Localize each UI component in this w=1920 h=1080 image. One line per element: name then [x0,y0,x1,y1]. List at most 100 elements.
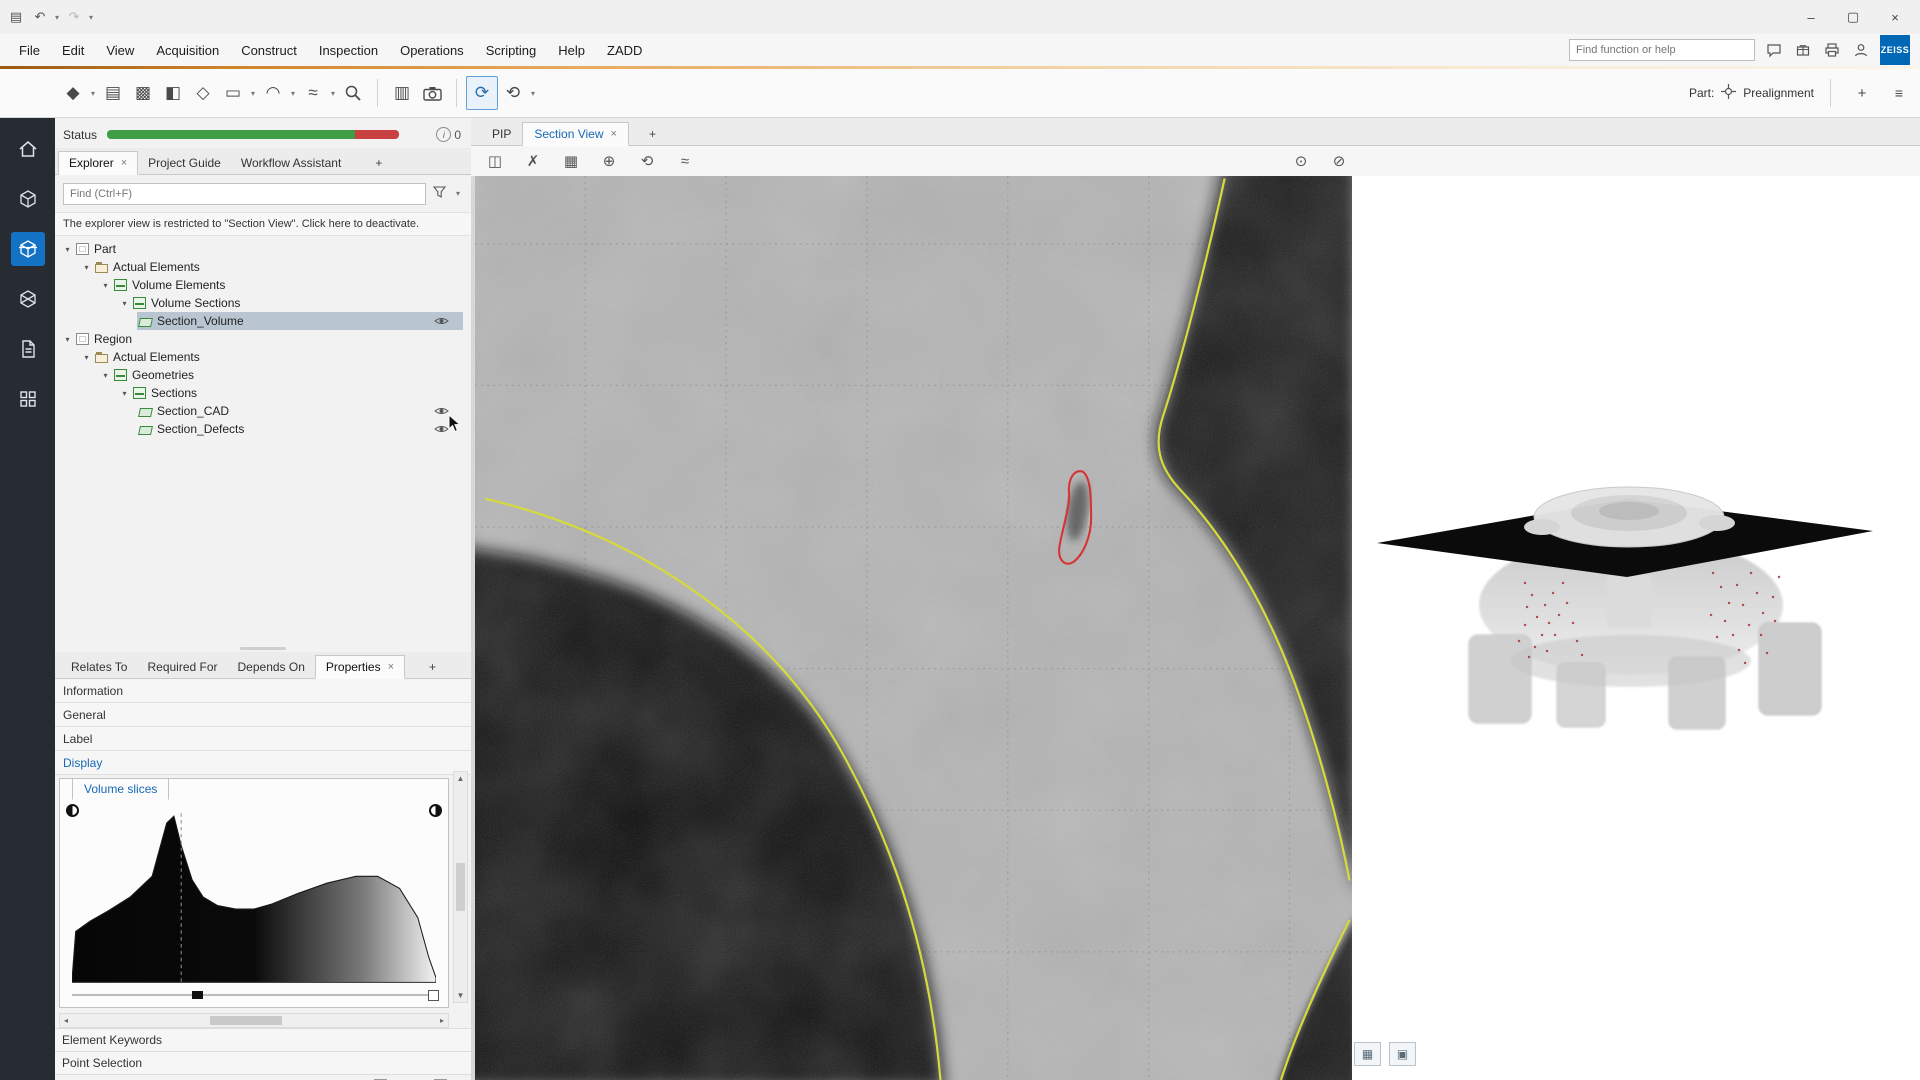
function-search-input[interactable] [1569,39,1755,61]
menu-help[interactable]: Help [547,34,596,66]
properties-scrollbar[interactable]: ▲ ▼ [453,771,468,1003]
tree-item-actual-elements[interactable]: ▾ Actual Elements [55,258,471,276]
section-workspace-icon[interactable] [11,232,45,266]
filter-icon[interactable] [433,186,446,201]
menu-edit[interactable]: Edit [51,34,95,66]
tab-project-guide[interactable]: Project Guide [138,152,231,174]
probe-flash-dropdown-icon[interactable]: ▾ [328,89,338,98]
section-curve-dropdown-icon[interactable]: ▾ [288,89,298,98]
ct-section-view[interactable] [475,176,1352,1080]
row-point-selection[interactable]: Point Selection [55,1051,471,1074]
account-icon[interactable] [1851,40,1871,60]
section-general[interactable]: General [55,703,471,727]
tab-explorer[interactable]: Explorer × [58,151,138,175]
part-3d-render[interactable] [1377,465,1873,755]
menu-acquisition[interactable]: Acquisition [145,34,230,66]
mesh-workspace-icon[interactable] [11,282,45,316]
visibility-eye-icon[interactable] [434,424,449,434]
scroll-down-icon[interactable]: ▼ [457,991,465,1000]
expander-icon[interactable]: ▾ [61,335,74,344]
expander-icon[interactable]: ▾ [99,281,112,290]
tab-pip[interactable]: PIP [481,123,522,145]
tree-item-section-cad[interactable]: Section_CAD [55,402,471,420]
section-display[interactable]: Display [55,751,471,775]
report-table-icon[interactable]: ▥ [387,77,417,109]
section-rotate-icon[interactable]: ⟲ [637,152,657,170]
tree-item-region[interactable]: ▾ Region [55,330,471,348]
recalculate-icon[interactable]: ⟳ [466,76,498,110]
add-properties-tab-button[interactable]: + [421,656,444,678]
resources-icon[interactable] [1793,40,1813,60]
slider-end-handle[interactable] [428,990,439,1001]
tree-item-volume-elements[interactable]: ▾ Volume Elements [55,276,471,294]
menu-file[interactable]: File [8,34,51,66]
section-curve-icon[interactable]: ◠ [258,77,288,109]
scrollbar-thumb[interactable] [456,863,465,911]
undo-dropdown-icon[interactable]: ▾ [52,13,62,22]
section-information[interactable]: Information [55,679,471,703]
expander-icon[interactable]: ▾ [99,371,112,380]
reset-states-dropdown-icon[interactable]: ▾ [528,89,538,98]
menu-inspection[interactable]: Inspection [308,34,389,66]
add-part-button[interactable]: + [1847,77,1877,109]
tree-item-actual-elements-2[interactable]: ▾ Actual Elements [55,348,471,366]
part-value[interactable]: Prealignment [1743,86,1814,100]
section-clear-icon[interactable]: ✗ [523,152,543,170]
scroll-up-icon[interactable]: ▲ [457,774,465,783]
visibility-eye-icon[interactable] [434,316,449,326]
menu-construct[interactable]: Construct [230,34,308,66]
tree-item-sections[interactable]: ▾ Sections [55,384,471,402]
tree-item-section-defects[interactable]: Section_Defects [55,420,471,438]
section-grid-icon[interactable]: ▦ [561,152,581,170]
histogram-range-slider[interactable] [72,989,436,1001]
expander-icon[interactable]: ▾ [80,263,93,272]
camera-snapshot-icon[interactable] [417,77,447,109]
redo-icon[interactable]: ↷ [62,6,86,28]
reset-states-icon[interactable]: ⟲ [498,77,528,109]
expander-icon[interactable]: ▾ [118,299,131,308]
apps-grid-icon[interactable] [11,382,45,416]
fit-content-icon[interactable]: ▣ [1389,1042,1416,1066]
redo-dropdown-icon[interactable]: ▾ [86,13,96,22]
gray-value-histogram[interactable] [72,811,436,983]
tree-find-input[interactable] [63,183,426,205]
cad-half-icon[interactable]: ◧ [158,77,188,109]
tree-item-volume-sections[interactable]: ▾ Volume Sections [55,294,471,312]
tab-close-icon[interactable]: × [121,157,127,169]
section-label[interactable]: Label [55,727,471,751]
defect-mask-icon[interactable]: ▩ [128,77,158,109]
tab-section-view[interactable]: Section View × [522,122,629,146]
volume-3d-view[interactable]: ▦ ▣ ✓ ✗ ⧉ [1352,176,1920,1080]
histogram-left-handle[interactable] [66,804,79,817]
restriction-notice[interactable]: The explorer view is restricted to "Sect… [55,212,471,236]
scrollbar-thumb[interactable] [210,1016,282,1025]
zoom-search-icon[interactable] [338,77,368,109]
tab-relates-to[interactable]: Relates To [61,656,137,678]
expander-icon[interactable]: ▾ [118,389,131,398]
tab-properties[interactable]: Properties × [315,655,405,679]
view-sphere-icon[interactable]: ⊙ [1291,152,1311,170]
volume-workspace-icon[interactable] [11,182,45,216]
add-tab-button[interactable]: + [367,152,390,174]
tab-workflow-assistant[interactable]: Workflow Assistant [231,152,351,174]
menu-zadd[interactable]: ZADD [596,34,653,66]
expander-icon[interactable]: ▾ [61,245,74,254]
tree-item-section-volume[interactable]: Section_Volume [55,312,471,330]
filter-dropdown-icon[interactable]: ▾ [453,189,463,198]
expander-icon[interactable]: ▾ [80,353,93,362]
tab-close-icon[interactable]: × [388,661,394,673]
save-icon[interactable]: ▤ [4,6,28,28]
add-viewport-tab-button[interactable]: + [641,123,664,145]
close-button[interactable]: × [1874,3,1916,31]
menu-scripting[interactable]: Scripting [475,34,548,66]
probe-flash-icon[interactable]: ≈ [298,77,328,109]
section-polish-icon[interactable]: ≈ [675,153,695,170]
menu-view[interactable]: View [95,34,145,66]
maximize-button[interactable]: ▢ [1832,3,1874,31]
feedback-icon[interactable] [1764,40,1784,60]
menu-operations[interactable]: Operations [389,34,475,66]
fit-plane-dropdown-icon[interactable]: ▾ [248,89,258,98]
panel-splitter[interactable] [55,645,471,652]
extract-geometry-dropdown-icon[interactable]: ▾ [88,89,98,98]
scroll-left-icon[interactable]: ◂ [64,1016,68,1025]
